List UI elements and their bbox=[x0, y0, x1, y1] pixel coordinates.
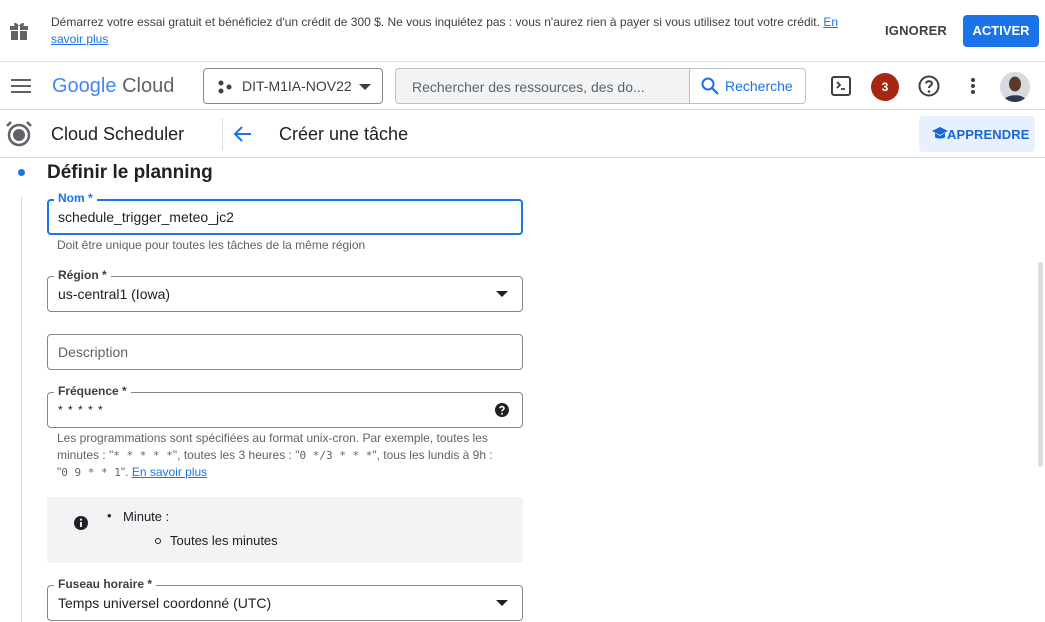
logo-google-text: Google bbox=[52, 75, 117, 97]
frequency-hint-line1: Les programmations sont spécifiées au fo… bbox=[57, 431, 488, 445]
avatar[interactable] bbox=[1000, 72, 1030, 102]
search-input[interactable]: Rechercher des ressources, des do... bbox=[412, 79, 645, 95]
trial-banner: Démarrez votre essai gratuit et bénéfici… bbox=[0, 0, 1045, 62]
step-line bbox=[21, 196, 22, 622]
search-button[interactable]: Recherche bbox=[689, 69, 805, 103]
project-name: DIT-M1IA-NOV22 bbox=[242, 78, 352, 94]
cloud-shell-icon[interactable] bbox=[829, 74, 853, 98]
frequency-field[interactable]: Fréquence * * * * * * bbox=[47, 384, 523, 428]
learn-button-label: APPRENDRE bbox=[947, 127, 1030, 142]
frequency-hint-text: ". bbox=[120, 465, 132, 479]
help-circle-icon[interactable] bbox=[494, 402, 510, 418]
page-title: Créer une tâche bbox=[279, 124, 409, 144]
timezone-value: Temps universel coordonné (UTC) bbox=[58, 595, 272, 611]
back-arrow-icon[interactable] bbox=[232, 123, 254, 145]
region-value: us-central1 (Iowa) bbox=[58, 286, 171, 302]
info-sub-item: Toutes les minutes bbox=[155, 533, 278, 548]
cron-example-monday: 0 9 * * 1 bbox=[61, 466, 121, 479]
banner-text: Démarrez votre essai gratuit et bénéfici… bbox=[51, 15, 820, 29]
more-vert-icon[interactable] bbox=[961, 74, 985, 98]
google-cloud-logo[interactable]: Google Cloud bbox=[52, 74, 174, 98]
dropdown-arrow-icon bbox=[496, 600, 508, 606]
frequency-label: Fréquence * bbox=[54, 384, 131, 398]
frequency-info-box: Minute : Toutes les minutes bbox=[47, 497, 523, 563]
project-selector[interactable]: DIT-M1IA-NOV22 bbox=[203, 68, 383, 104]
name-hint: Doit être unique pour toutes les tâches … bbox=[57, 238, 366, 252]
scrollbar[interactable] bbox=[1038, 262, 1043, 467]
project-icon bbox=[218, 80, 232, 94]
info-list-item: Minute : bbox=[107, 508, 169, 524]
learn-button[interactable]: APPRENDRE bbox=[919, 116, 1035, 152]
help-icon[interactable] bbox=[917, 74, 941, 98]
menu-icon[interactable] bbox=[11, 76, 31, 96]
name-label: Nom * bbox=[54, 191, 97, 205]
timezone-select[interactable]: Fuseau horaire * Temps universel coordon… bbox=[47, 577, 523, 621]
region-label: Région * bbox=[54, 268, 111, 282]
section-title: Définir le planning bbox=[47, 162, 213, 183]
service-name: Cloud Scheduler bbox=[51, 124, 185, 144]
description-field[interactable]: Description bbox=[47, 334, 523, 370]
frequency-hint-text: ", toutes les 3 heures : " bbox=[172, 448, 300, 462]
dropdown-arrow-icon bbox=[496, 291, 508, 297]
avatar-image bbox=[1000, 72, 1030, 102]
info-icon bbox=[74, 516, 88, 530]
frequency-hint: Les programmations sont spécifiées au fo… bbox=[57, 430, 507, 481]
name-field[interactable]: Nom * schedule_trigger_meteo_jc2 bbox=[47, 191, 523, 235]
frequency-input[interactable]: * * * * * bbox=[58, 403, 104, 417]
ignore-button[interactable]: IGNORER bbox=[880, 16, 952, 46]
frequency-learn-more-link[interactable]: En savoir plus bbox=[132, 465, 207, 479]
top-header: Google Cloud DIT-M1IA-NOV22 Rechercher d… bbox=[0, 62, 1045, 110]
timezone-label: Fuseau horaire * bbox=[54, 577, 157, 591]
gift-icon bbox=[10, 22, 28, 40]
scheduler-icon bbox=[6, 121, 32, 147]
header-divider bbox=[222, 118, 223, 150]
frequency-hint-text: ", tous les lundis à 9h : bbox=[372, 448, 493, 462]
cron-example-every-minute: * * * * * bbox=[113, 449, 173, 462]
search-button-label: Recherche bbox=[725, 78, 793, 94]
service-header: Cloud Scheduler Créer une tâche APPRENDR… bbox=[0, 110, 1045, 158]
step-indicator bbox=[18, 169, 25, 176]
banner-message: Démarrez votre essai gratuit et bénéfici… bbox=[51, 14, 871, 48]
name-input[interactable]: schedule_trigger_meteo_jc2 bbox=[58, 209, 234, 225]
chevron-down-icon bbox=[359, 84, 371, 90]
description-input[interactable]: Description bbox=[58, 344, 128, 360]
search-bar[interactable]: Rechercher des ressources, des do... Rec… bbox=[395, 68, 806, 104]
cron-example-every-3h: 0 */3 * * * bbox=[299, 449, 373, 462]
activate-button[interactable]: ACTIVER bbox=[963, 15, 1039, 47]
notifications-badge[interactable]: 3 bbox=[871, 73, 899, 101]
region-select[interactable]: Région * us-central1 (Iowa) bbox=[47, 268, 523, 312]
search-icon bbox=[701, 77, 719, 95]
logo-cloud-text: Cloud bbox=[122, 75, 175, 97]
frequency-hint-text: minutes : " bbox=[57, 448, 114, 462]
